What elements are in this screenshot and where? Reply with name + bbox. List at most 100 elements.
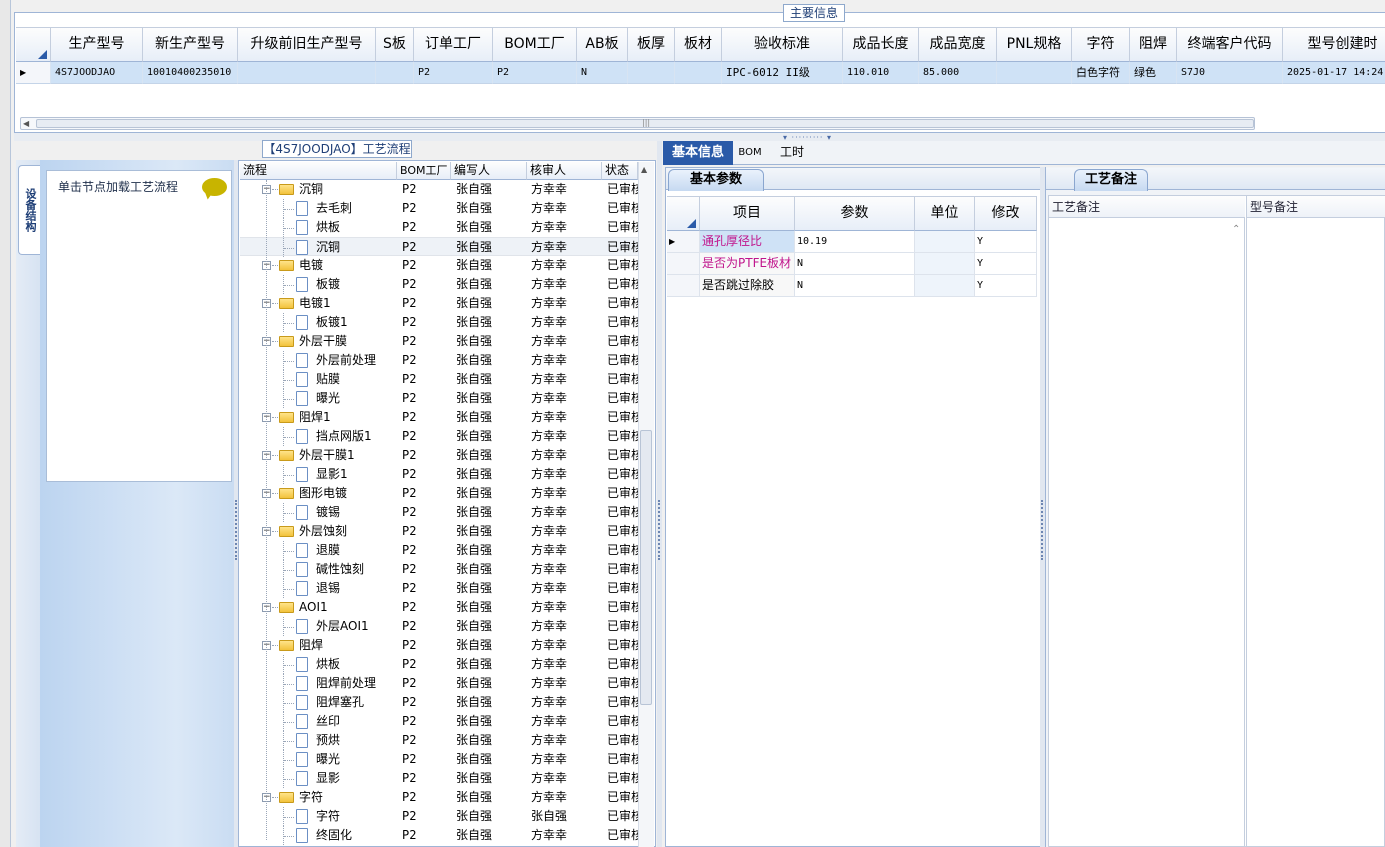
main-cell[interactable]: P2 — [414, 62, 493, 84]
param-col-header[interactable]: 参数 — [795, 196, 915, 231]
param-col-header[interactable]: 项目 — [700, 196, 795, 231]
scroll-left-arrow-icon[interactable]: ◀ — [23, 119, 29, 128]
tree-row[interactable]: 板镀 P2 张自强 方幸幸 已审核 — [240, 275, 638, 294]
tree-row[interactable]: 外层前处理 P2 张自强 方幸幸 已审核 — [240, 351, 638, 370]
tree-row[interactable]: 烘板 P2 张自强 方幸幸 已审核 — [240, 655, 638, 674]
tree-col-header[interactable]: 编写人 — [451, 162, 527, 180]
right-splitter-grip[interactable] — [1041, 500, 1043, 560]
main-col-header[interactable]: 字符 — [1072, 27, 1130, 62]
main-cell[interactable]: N — [577, 62, 628, 84]
tree-row[interactable]: − 沉铜 P2 张自强 方幸幸 已审核 — [240, 180, 638, 199]
tree-row[interactable]: 退膜 P2 张自强 方幸幸 已审核 — [240, 541, 638, 560]
main-cell[interactable] — [238, 62, 376, 84]
main-col-header[interactable]: 成品宽度 — [919, 27, 997, 62]
main-cell[interactable]: 绿色 — [1130, 62, 1177, 84]
main-cell[interactable]: 85.000 — [919, 62, 997, 84]
main-cell[interactable]: 白色字符 — [1072, 62, 1130, 84]
param-cell-modify[interactable]: Y — [975, 231, 1037, 253]
param-cell-value[interactable]: N — [795, 275, 915, 297]
tab-equipment-structure[interactable]: 设备结构 — [18, 165, 40, 255]
main-info-grid[interactable]: 生产型号 新生产型号 升级前旧生产型号 S板 订单工厂 BOM工厂 AB板 板厚 板材 验收标准成… — [16, 27, 1385, 127]
tree-row[interactable]: − 外层干膜 P2 张自强 方幸幸 已审核 — [240, 332, 638, 351]
tree-row[interactable]: 阻焊塞孔 P2 张自强 方幸幸 已审核 — [240, 693, 638, 712]
main-col-header[interactable]: 验收标准 — [722, 27, 843, 62]
tree-row[interactable]: − 阻焊1 P2 张自强 方幸幸 已审核 — [240, 408, 638, 427]
main-col-header[interactable]: 成品长度 — [843, 27, 919, 62]
main-cell[interactable]: 10010400235010 — [143, 62, 238, 84]
tab-work-hours[interactable]: 工时 — [775, 141, 809, 165]
tree-row[interactable]: 贴膜 P2 张自强 方幸幸 已审核 — [240, 370, 638, 389]
main-col-header[interactable]: 板厚 — [628, 27, 675, 62]
tree-row[interactable]: 显影 P2 张自强 方幸幸 已审核 — [240, 769, 638, 788]
tree-row[interactable]: 挡点网版1 P2 张自强 方幸幸 已审核 — [240, 427, 638, 446]
horizontal-splitter[interactable] — [14, 133, 1385, 141]
param-cell-value[interactable]: N — [795, 253, 915, 275]
middle-splitter-grip[interactable] — [658, 500, 660, 560]
main-col-header[interactable]: BOM工厂 — [493, 27, 577, 62]
main-cell[interactable] — [376, 62, 414, 84]
main-cell[interactable] — [997, 62, 1072, 84]
tree-row[interactable]: 丝印 P2 张自强 方幸幸 已审核 — [240, 712, 638, 731]
tree-row[interactable]: − 字符 P2 张自强 方幸幸 已审核 — [240, 788, 638, 807]
tree-row[interactable]: 显影1 P2 张自强 方幸幸 已审核 — [240, 465, 638, 484]
tree-row[interactable]: 板镀1 P2 张自强 方幸幸 已审核 — [240, 313, 638, 332]
tree-row[interactable]: 退锡 P2 张自强 方幸幸 已审核 — [240, 579, 638, 598]
tree-row[interactable]: 阻焊前处理 P2 张自强 方幸幸 已审核 — [240, 674, 638, 693]
param-cell-unit[interactable] — [915, 253, 975, 275]
tab-basic-info[interactable]: 基本信息 — [663, 141, 733, 165]
middle-splitter[interactable] — [657, 141, 662, 847]
model-note-field[interactable] — [1246, 196, 1385, 847]
tree-row[interactable]: 终固化 P2 张自强 方幸幸 已审核 — [240, 826, 638, 845]
tree-row[interactable]: 镀锡 P2 张自强 方幸幸 已审核 — [240, 503, 638, 522]
main-cell[interactable]: 110.010 — [843, 62, 919, 84]
tab-process-notes[interactable]: 工艺备注 — [1074, 169, 1148, 191]
tree-row[interactable]: − 图形电镀 P2 张自强 方幸幸 已审核 — [240, 484, 638, 503]
tree-row[interactable]: 碱性蚀刻 P2 张自强 方幸幸 已审核 — [240, 560, 638, 579]
main-col-header[interactable]: 板材 — [675, 27, 722, 62]
main-col-header[interactable]: AB板 — [577, 27, 628, 62]
main-col-header[interactable]: S板 — [376, 27, 414, 62]
note-scroll-up-icon[interactable]: ⌃ — [1232, 224, 1240, 235]
main-cell[interactable]: P2 — [493, 62, 577, 84]
tree-row[interactable]: − 阻焊 P2 张自强 方幸幸 已审核 — [240, 636, 638, 655]
main-cell[interactable]: IPC-6012 II级 — [722, 62, 843, 84]
param-cell-unit[interactable] — [915, 231, 975, 253]
main-cell[interactable] — [628, 62, 675, 84]
tab-basic-params[interactable]: 基本参数 — [668, 169, 764, 191]
tree-col-header[interactable]: 状态 — [602, 162, 638, 180]
tree-row[interactable]: 曝光 P2 张自强 方幸幸 已审核 — [240, 750, 638, 769]
param-col-header[interactable]: 修改 — [975, 196, 1037, 231]
tree-row[interactable]: − 电镀1 P2 张自强 方幸幸 已审核 — [240, 294, 638, 313]
main-cell[interactable]: S7J0 — [1177, 62, 1283, 84]
tree-row[interactable]: 去毛刺 P2 张自强 方幸幸 已审核 — [240, 199, 638, 218]
main-col-header[interactable]: PNL规格 — [997, 27, 1072, 62]
tree-col-header[interactable]: 核审人 — [527, 162, 602, 180]
tree-col-header[interactable]: 流程 — [240, 162, 397, 180]
tree-col-header[interactable]: BOM工厂 — [397, 162, 451, 180]
main-cell[interactable]: 2025-01-17 14:24:36 — [1283, 62, 1385, 84]
param-col-header[interactable]: 单位 — [915, 196, 975, 231]
main-col-header[interactable]: 新生产型号 — [143, 27, 238, 62]
tree-row[interactable]: 字符 P2 张自强 张自强 已审核 — [240, 807, 638, 826]
main-col-header[interactable]: 生产型号 — [51, 27, 143, 62]
left-splitter-grip[interactable] — [235, 500, 237, 560]
main-col-header[interactable]: 终端客户代码 — [1177, 27, 1283, 62]
tree-row[interactable]: − 电镀 P2 张自强 方幸幸 已审核 — [240, 256, 638, 275]
tree-row[interactable]: 烘板 P2 张自强 方幸幸 已审核 — [240, 218, 638, 237]
param-cell-value[interactable]: 10.19 — [795, 231, 915, 253]
main-col-header[interactable]: 型号创建时 — [1283, 27, 1385, 62]
param-cell-unit[interactable] — [915, 275, 975, 297]
main-cell[interactable]: 4S7JOODJAO — [51, 62, 143, 84]
tree-row[interactable]: − AOI1 P2 张自强 方幸幸 已审核 — [240, 598, 638, 617]
scroll-up-arrow-icon[interactable]: ▲ — [641, 165, 647, 174]
tree-row[interactable]: 曝光 P2 张自强 方幸幸 已审核 — [240, 389, 638, 408]
main-col-header[interactable]: 升级前旧生产型号 — [238, 27, 376, 62]
process-note-field[interactable] — [1049, 196, 1245, 847]
tree-row[interactable]: 外层AOI1 P2 张自强 方幸幸 已审核 — [240, 617, 638, 636]
tree-vscroll-thumb[interactable] — [640, 430, 652, 705]
tree-row[interactable]: 预烘 P2 张自强 方幸幸 已审核 — [240, 731, 638, 750]
main-col-header[interactable]: 阻焊 — [1130, 27, 1177, 62]
param-cell-modify[interactable]: Y — [975, 275, 1037, 297]
tree-row[interactable]: − 外层干膜1 P2 张自强 方幸幸 已审核 — [240, 446, 638, 465]
tree-row[interactable]: − 外层蚀刻 P2 张自强 方幸幸 已审核 — [240, 522, 638, 541]
